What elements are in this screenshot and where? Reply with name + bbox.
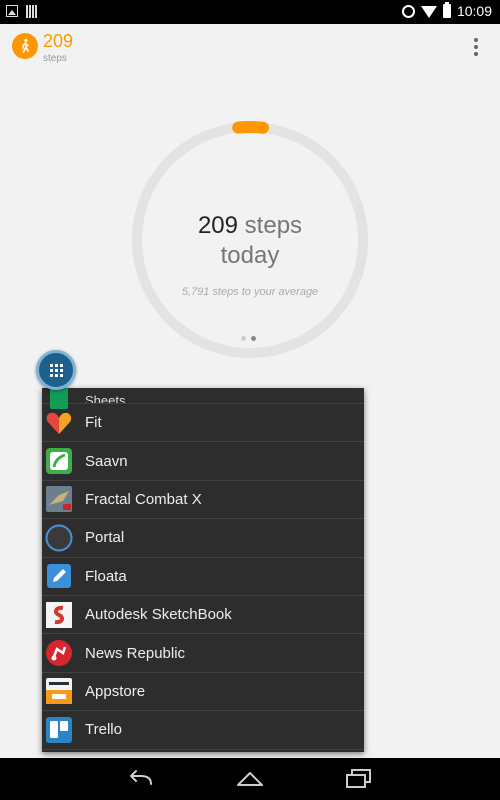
page-dot — [241, 336, 246, 341]
app-list[interactable]: Sheets Fit Saavn Fractal Combat X Portal Floa… — [42, 388, 364, 752]
app-name: News Republic — [85, 644, 186, 662]
steps-ring[interactable]: 209 steps today 5,791 steps to your aver… — [130, 120, 370, 360]
pencil-icon — [45, 562, 73, 590]
back-icon[interactable] — [127, 768, 157, 790]
news-icon — [45, 639, 73, 667]
overflow-menu-icon[interactable] — [472, 38, 480, 56]
walking-icon — [12, 33, 38, 59]
home-icon[interactable] — [235, 768, 265, 790]
wifi-icon — [420, 6, 437, 18]
app-name: Floata — [85, 567, 127, 585]
app-list-item[interactable]: Fit — [42, 404, 364, 443]
app-header: 209 steps — [0, 24, 500, 72]
battery-icon — [442, 2, 451, 18]
app-list-item[interactable]: Fractal Combat X — [42, 481, 364, 520]
app-list-item[interactable]: Sheets — [42, 388, 364, 409]
app-name: Fractal Combat X — [85, 490, 202, 508]
clock: 10:09 — [456, 3, 492, 19]
barcode-icon — [26, 5, 38, 18]
portal-icon — [45, 524, 73, 552]
app-name: Sheets — [85, 395, 126, 403]
app-list-item[interactable]: Trello — [42, 711, 364, 750]
header-steps-label: steps — [43, 53, 67, 64]
trello-icon — [45, 716, 73, 744]
navigation-bar — [0, 758, 500, 800]
saavn-icon — [45, 447, 73, 475]
app-launcher-button[interactable] — [36, 350, 76, 390]
alarm-icon — [401, 4, 415, 18]
app-name: Saavn — [85, 452, 128, 470]
ring-period: today — [220, 242, 280, 269]
app-name: Trello — [85, 721, 122, 739]
app-list-item[interactable]: Autodesk SketchBook — [42, 596, 364, 635]
grid-icon — [49, 363, 63, 377]
app-name: Appstore — [85, 682, 146, 700]
image-icon — [6, 5, 18, 17]
header-steps-count: 209 — [43, 31, 74, 51]
amazon-icon — [45, 677, 73, 705]
app-list-item[interactable]: Appstore — [42, 673, 364, 712]
app-name: Fit — [85, 414, 102, 432]
heart-icon — [45, 409, 73, 437]
jet-icon — [45, 485, 73, 513]
app-list-item[interactable]: News Republic — [42, 634, 364, 673]
app-list-item[interactable]: Saavn — [42, 442, 364, 481]
ring-steps-unit: steps — [244, 212, 303, 239]
status-bar: 10:09 — [0, 0, 500, 24]
app-list-item[interactable]: Floata — [42, 558, 364, 596]
app-name: Portal — [85, 529, 125, 547]
app-name: Autodesk SketchBook — [85, 606, 232, 624]
ring-steps-number: 209 — [197, 212, 238, 239]
recents-icon[interactable] — [343, 768, 373, 790]
page-indicator — [241, 336, 256, 341]
sheets-icon — [45, 388, 73, 409]
sketchbook-icon — [45, 601, 73, 629]
app-list-item[interactable]: Portal — [42, 519, 364, 558]
ring-subtitle: 5,791 steps to your average — [181, 286, 319, 298]
page-dot-active — [251, 336, 256, 341]
